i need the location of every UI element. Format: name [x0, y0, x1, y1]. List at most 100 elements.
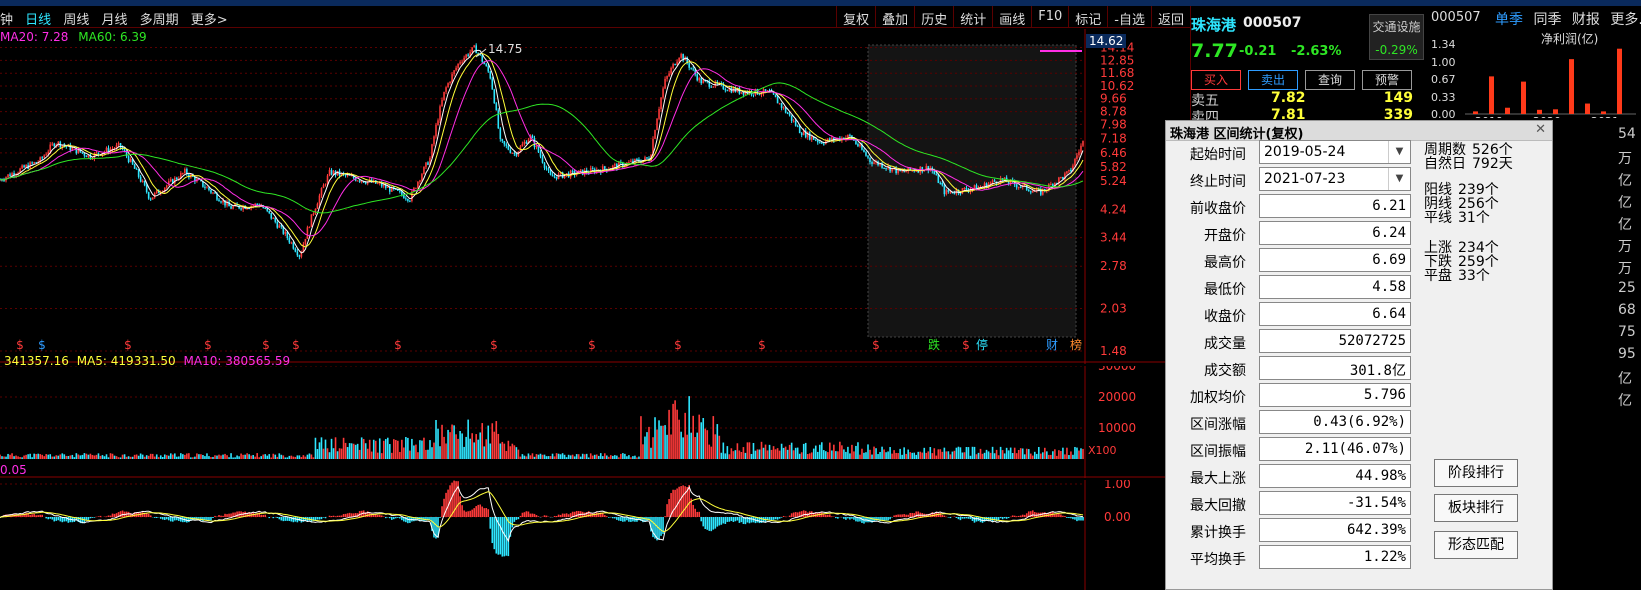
- volume-bar: [527, 453, 530, 459]
- volume-bar: [320, 437, 323, 459]
- macd-bar: [825, 514, 827, 517]
- volume-bar: [752, 442, 755, 459]
- volume-bar: [51, 456, 54, 459]
- volume-bar: [603, 453, 606, 459]
- sector-rank-button[interactable]: 板块排行: [1434, 494, 1518, 522]
- volume-bar: [73, 457, 76, 459]
- volume-bar: [258, 457, 260, 459]
- overlay-button[interactable]: 叠加: [875, 6, 914, 28]
- tab-single-quarter[interactable]: 单季: [1495, 12, 1523, 28]
- macd-bar: [21, 515, 23, 517]
- adjust-button[interactable]: 复权: [836, 6, 875, 28]
- query-button[interactable]: 查询: [1305, 70, 1355, 90]
- volume-bar: [306, 454, 309, 459]
- volume-bar: [758, 449, 761, 459]
- volume-canvas[interactable]: 30000 20000 10000 X100: [0, 359, 1190, 478]
- volume-bar: [963, 452, 966, 459]
- history-button[interactable]: 历史: [914, 6, 953, 28]
- macd-bar: [282, 517, 285, 522]
- remove-watchlist-button[interactable]: -自选: [1107, 6, 1151, 28]
- volume-tick-label: 20000: [1098, 390, 1136, 404]
- candle-body: [511, 152, 514, 154]
- tab-minute[interactable]: 钟: [0, 13, 13, 28]
- pattern-match-button[interactable]: 形态匹配: [1434, 531, 1518, 559]
- candle-body: [405, 198, 407, 200]
- macd-bar: [1062, 515, 1064, 517]
- volume-bar: [256, 453, 258, 459]
- stats-row: 成交量 52072725: [1166, 328, 1416, 355]
- sell-button[interactable]: 卖出: [1248, 70, 1298, 90]
- volume-bar: [869, 449, 871, 459]
- tab-daily[interactable]: 日线: [25, 13, 51, 28]
- volume-chart[interactable]: 341357.16 MA5: 419331.50 MA10: 380565.59…: [0, 354, 1190, 478]
- kline-canvas[interactable]: 14.1412.8511.6810.629.668.787.987.186.46…: [0, 29, 1190, 364]
- sector-box[interactable]: 交通设施 -0.29%: [1369, 14, 1424, 60]
- macd-bar: [694, 508, 697, 517]
- draw-line-button[interactable]: 画线: [992, 6, 1031, 28]
- volume-bar: [196, 453, 198, 459]
- tab-more[interactable]: 更多>: [191, 13, 228, 28]
- volume-bar: [242, 454, 244, 459]
- statistics-button[interactable]: 统计: [953, 6, 992, 28]
- macd-bar: [885, 517, 887, 521]
- volume-bar: [672, 403, 674, 459]
- candle-body: [328, 169, 331, 176]
- tab-weekly[interactable]: 周线: [63, 13, 89, 28]
- tab-more-finance[interactable]: 更多..: [1610, 12, 1641, 28]
- volume-bar: [433, 442, 435, 459]
- kline-chart[interactable]: MA20: 7.28 MA60: 6.39 14.1412.8511.6810.…: [0, 29, 1190, 364]
- tab-same-quarter[interactable]: 同季: [1533, 12, 1561, 28]
- macd-bar: [210, 517, 212, 521]
- chevron-down-icon[interactable]: ▼: [1388, 168, 1410, 190]
- macd-chart[interactable]: 0.05 1.00 0.00: [0, 463, 1190, 590]
- volume-bar: [569, 455, 572, 459]
- candle-body: [963, 187, 966, 189]
- candle-body: [33, 162, 35, 164]
- macd-bar: [447, 489, 449, 517]
- volume-bar: [384, 439, 387, 459]
- tab-financial-report[interactable]: 财报: [1572, 12, 1600, 28]
- macd-canvas[interactable]: 1.00 0.00: [0, 477, 1190, 590]
- volume-bar: [449, 432, 451, 459]
- macd-bar: [969, 517, 972, 520]
- stage-rank-button[interactable]: 阶段排行: [1434, 459, 1518, 487]
- stats-value: 6.64: [1259, 302, 1411, 326]
- tab-multi-period[interactable]: 多周期: [140, 13, 179, 28]
- candle-body: [724, 89, 727, 91]
- event-marker: $: [490, 338, 498, 352]
- volume-bar: [29, 453, 31, 459]
- price-tick-label: 6.46: [1100, 146, 1127, 160]
- macd-bar: [1080, 517, 1082, 521]
- volume-bar: [1074, 446, 1076, 459]
- candle-body: [453, 70, 455, 75]
- volume-bar: [818, 444, 821, 459]
- volume-bar: [499, 443, 502, 459]
- candle-body: [947, 190, 950, 193]
- back-button[interactable]: 返回: [1150, 6, 1190, 28]
- mark-button[interactable]: 标记: [1068, 6, 1107, 28]
- f10-button[interactable]: F10: [1031, 6, 1068, 28]
- event-marker: 跌: [928, 337, 940, 352]
- candle-body: [943, 185, 946, 195]
- buy-button[interactable]: 买入: [1191, 70, 1241, 90]
- close-icon[interactable]: ✕: [1535, 122, 1546, 137]
- macd-bar: [559, 514, 562, 517]
- macd-bar: [565, 513, 568, 517]
- volume-bar: [11, 453, 13, 459]
- candle-body: [973, 185, 976, 189]
- stats-summary-item: 阴线 256个: [1424, 197, 1499, 211]
- volume-bar: [921, 452, 924, 459]
- tab-monthly[interactable]: 月线: [101, 13, 127, 28]
- candle-body: [742, 92, 745, 95]
- chevron-down-icon[interactable]: ▼: [1388, 141, 1410, 163]
- volume-bar: [236, 455, 238, 459]
- volume-bar: [153, 456, 156, 459]
- macd-bar: [228, 513, 230, 517]
- volume-bar: [274, 454, 277, 459]
- alert-button[interactable]: 预警: [1362, 70, 1412, 90]
- volume-bar: [734, 450, 737, 459]
- candle-body: [1076, 155, 1078, 159]
- macd-bar: [49, 517, 52, 519]
- volume-bar: [399, 451, 401, 459]
- stats-label: 累计换手: [1190, 525, 1246, 541]
